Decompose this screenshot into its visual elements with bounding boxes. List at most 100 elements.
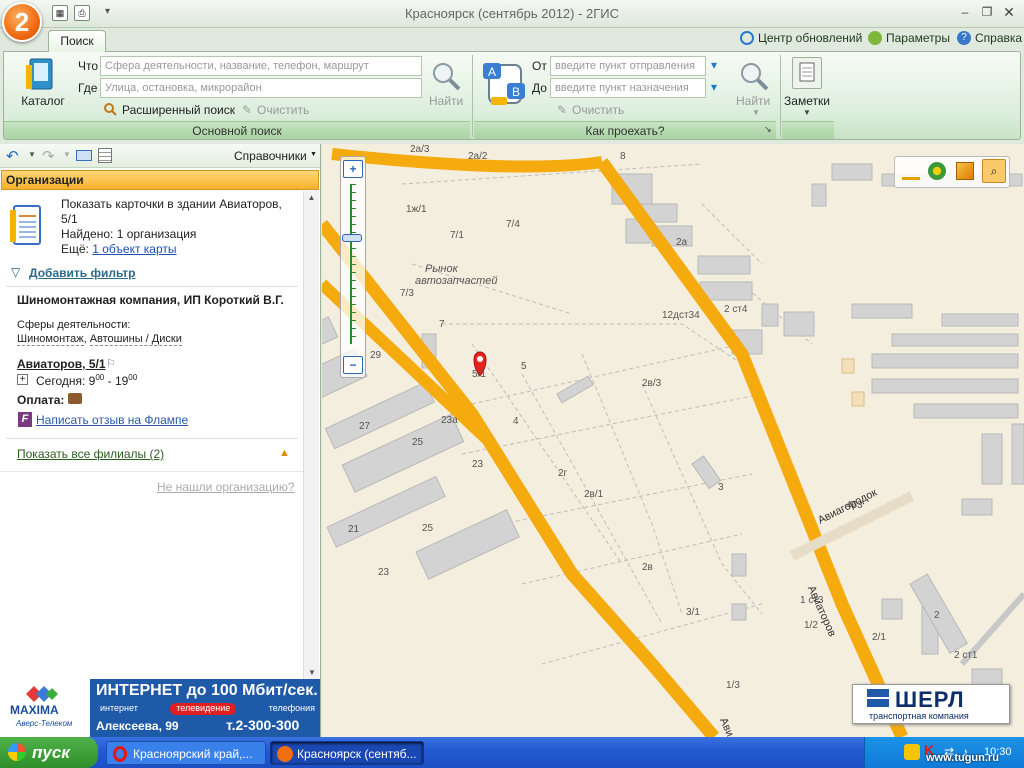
scroll-up-icon[interactable]: ▲ (304, 193, 319, 202)
taskbar-item-2gis[interactable]: Красноярск (сентяб... (270, 741, 424, 765)
eraser-icon: ✎ (242, 103, 253, 117)
map-label: 8 (620, 151, 626, 162)
sphere-tire-service-link[interactable]: Шиномонтаж (17, 333, 84, 346)
help-link[interactable]: ? Справка (957, 31, 1022, 45)
minimize-button[interactable]: ‒ (956, 4, 974, 20)
pick-start-icon[interactable]: ▾ (711, 58, 717, 72)
panel-toolbar: ↶ ▼ ↷ ▼ Справочники ▼ (0, 144, 320, 168)
close-button[interactable]: ✕ (1000, 4, 1018, 20)
zoom-slider-handle[interactable] (342, 234, 362, 242)
tab-search[interactable]: Поиск (48, 30, 106, 52)
to-label: До (532, 81, 547, 95)
close-hour: 19 (114, 374, 129, 388)
notes-label: Заметки (784, 94, 830, 108)
where-input[interactable]: Улица, остановка, микрорайон (100, 78, 422, 98)
panel-scrollbar[interactable]: ▲ ▼ (303, 191, 319, 679)
back-dropdown-icon[interactable]: ▼ (28, 150, 36, 159)
map-label: 2в (642, 562, 653, 573)
map-label: 2в/1 (584, 489, 604, 500)
forward-dropdown-icon[interactable]: ▼ (63, 150, 71, 159)
zoom-out-button[interactable]: − (343, 356, 363, 374)
route-find-button[interactable] (737, 60, 771, 92)
route-eraser-icon: ✎ (557, 103, 568, 117)
start-label: пуск (32, 743, 70, 762)
map-canvas[interactable] (322, 144, 1024, 737)
ad-banner[interactable]: MAXIMA Аверс-Телеком ИНТЕРНЕТ до 100 Мби… (0, 679, 320, 737)
to-input[interactable]: введите пункт назначения (550, 78, 706, 98)
warning-icon[interactable]: ▲ (279, 447, 290, 459)
svg-text:A: A (488, 65, 496, 79)
map-ad[interactable]: ШЕРЛ транспортная компания (852, 684, 1010, 724)
route-find-dropdown-icon[interactable]: ▼ (752, 108, 760, 117)
map-view[interactable]: 2а/3 2а/2 8 1ж/1 7/4 7/1 2а Рынок автоза… (322, 144, 1024, 737)
info-tool-icon[interactable]: ⌕ (982, 159, 1006, 183)
org-name[interactable]: Шиномонтажная компания, ИП Короткий В.Г. (17, 293, 284, 307)
sphere-tires-link[interactable]: Автошины / Диски (89, 333, 182, 346)
map-label: 5/1 (472, 369, 486, 380)
notes-dropdown-icon[interactable]: ▼ (803, 108, 811, 117)
from-input[interactable]: введите пункт отправления (550, 56, 706, 76)
directory-menu[interactable]: Справочники (234, 149, 307, 163)
map-label: 1ж/1 (406, 204, 427, 215)
map-label: 3 (718, 482, 724, 493)
map-ad-title: ШЕРЛ (895, 687, 965, 712)
where-label: Где (78, 81, 98, 95)
pin-flag-icon[interactable]: ⚐ (106, 357, 116, 370)
building-cards-link[interactable]: Показать карточки в здании Авиаторов, 5/… (61, 197, 297, 227)
route-launcher-icon[interactable]: ↘ (764, 124, 772, 135)
flamp-review-link[interactable]: Написать отзыв на Флампе (36, 413, 188, 427)
map-label: 2а (676, 237, 688, 248)
sherl-logo-icon (867, 689, 889, 707)
what-label: Что (78, 59, 99, 73)
directory-dropdown-icon[interactable]: ▼ (310, 151, 317, 158)
market-label: Рынок (425, 263, 458, 275)
catalog-label: Каталог (21, 94, 65, 108)
back-icon[interactable]: ↶ (6, 147, 19, 165)
map-label: 2/1 (872, 632, 886, 643)
zoom-in-button[interactable]: + (343, 160, 363, 178)
divider (0, 471, 303, 472)
search-group-label: Основной поиск (4, 121, 470, 139)
catalog-button[interactable] (22, 57, 62, 95)
forward-icon[interactable]: ↷ (42, 147, 55, 165)
ad-slogan: ИНТЕРНЕТ до 100 Мбит/сек. (96, 682, 318, 699)
taskbar-item-browser[interactable]: Красноярский край,... (106, 741, 266, 765)
not-found-link[interactable]: Не нашли организацию? (157, 480, 295, 494)
map-label: 25 (422, 523, 434, 534)
divider (6, 438, 298, 439)
maximize-button[interactable]: ❐ (978, 4, 996, 20)
opera-icon (113, 746, 127, 762)
route-clear-button[interactable]: Очистить (572, 103, 624, 117)
search-find-label: Найти (429, 94, 464, 108)
ruler-icon[interactable] (902, 162, 920, 180)
flamp-icon: F (18, 412, 32, 427)
ad-sub: Аверс-Телеком (16, 719, 73, 728)
map-label: 2в/3 (642, 378, 662, 389)
updates-link[interactable]: Центр обновлений (740, 31, 862, 45)
params-link[interactable]: Параметры (868, 31, 950, 45)
zoom-slider-track[interactable] (350, 184, 356, 344)
what-input[interactable]: Сфера деятельности, название, телефон, м… (100, 56, 422, 76)
details-view-icon[interactable] (98, 148, 112, 163)
map-ad-sub: транспортная компания (869, 711, 969, 721)
notes-button[interactable] (792, 57, 822, 89)
advanced-search-link[interactable]: Расширенный поиск (122, 103, 235, 117)
map-label: 29 (370, 350, 382, 361)
search-clear-button[interactable]: Очистить (257, 103, 309, 117)
scroll-down-icon[interactable]: ▼ (304, 668, 320, 677)
all-branches-link[interactable]: Показать все филиалы (2) (17, 447, 164, 461)
expand-hours-icon[interactable]: + (17, 374, 28, 385)
layers-icon[interactable] (928, 162, 946, 180)
map-objects-link[interactable]: 1 объект карты (92, 242, 176, 256)
areas-icon[interactable] (956, 162, 974, 180)
app-logo-button[interactable]: 2 (2, 2, 42, 42)
market-label: автозапчастей (415, 275, 498, 287)
route-ab-icon[interactable]: AB (483, 61, 527, 107)
organizations-header: Организации (1, 170, 319, 190)
list-view-icon[interactable] (76, 150, 92, 161)
add-filter-link[interactable]: Добавить фильтр (29, 266, 135, 280)
address-link[interactable]: Авиаторов, 5/1 (17, 357, 106, 371)
pick-end-icon[interactable]: ▾ (711, 80, 717, 94)
search-find-button[interactable] (429, 60, 463, 92)
tray-app-icon[interactable] (904, 744, 920, 760)
